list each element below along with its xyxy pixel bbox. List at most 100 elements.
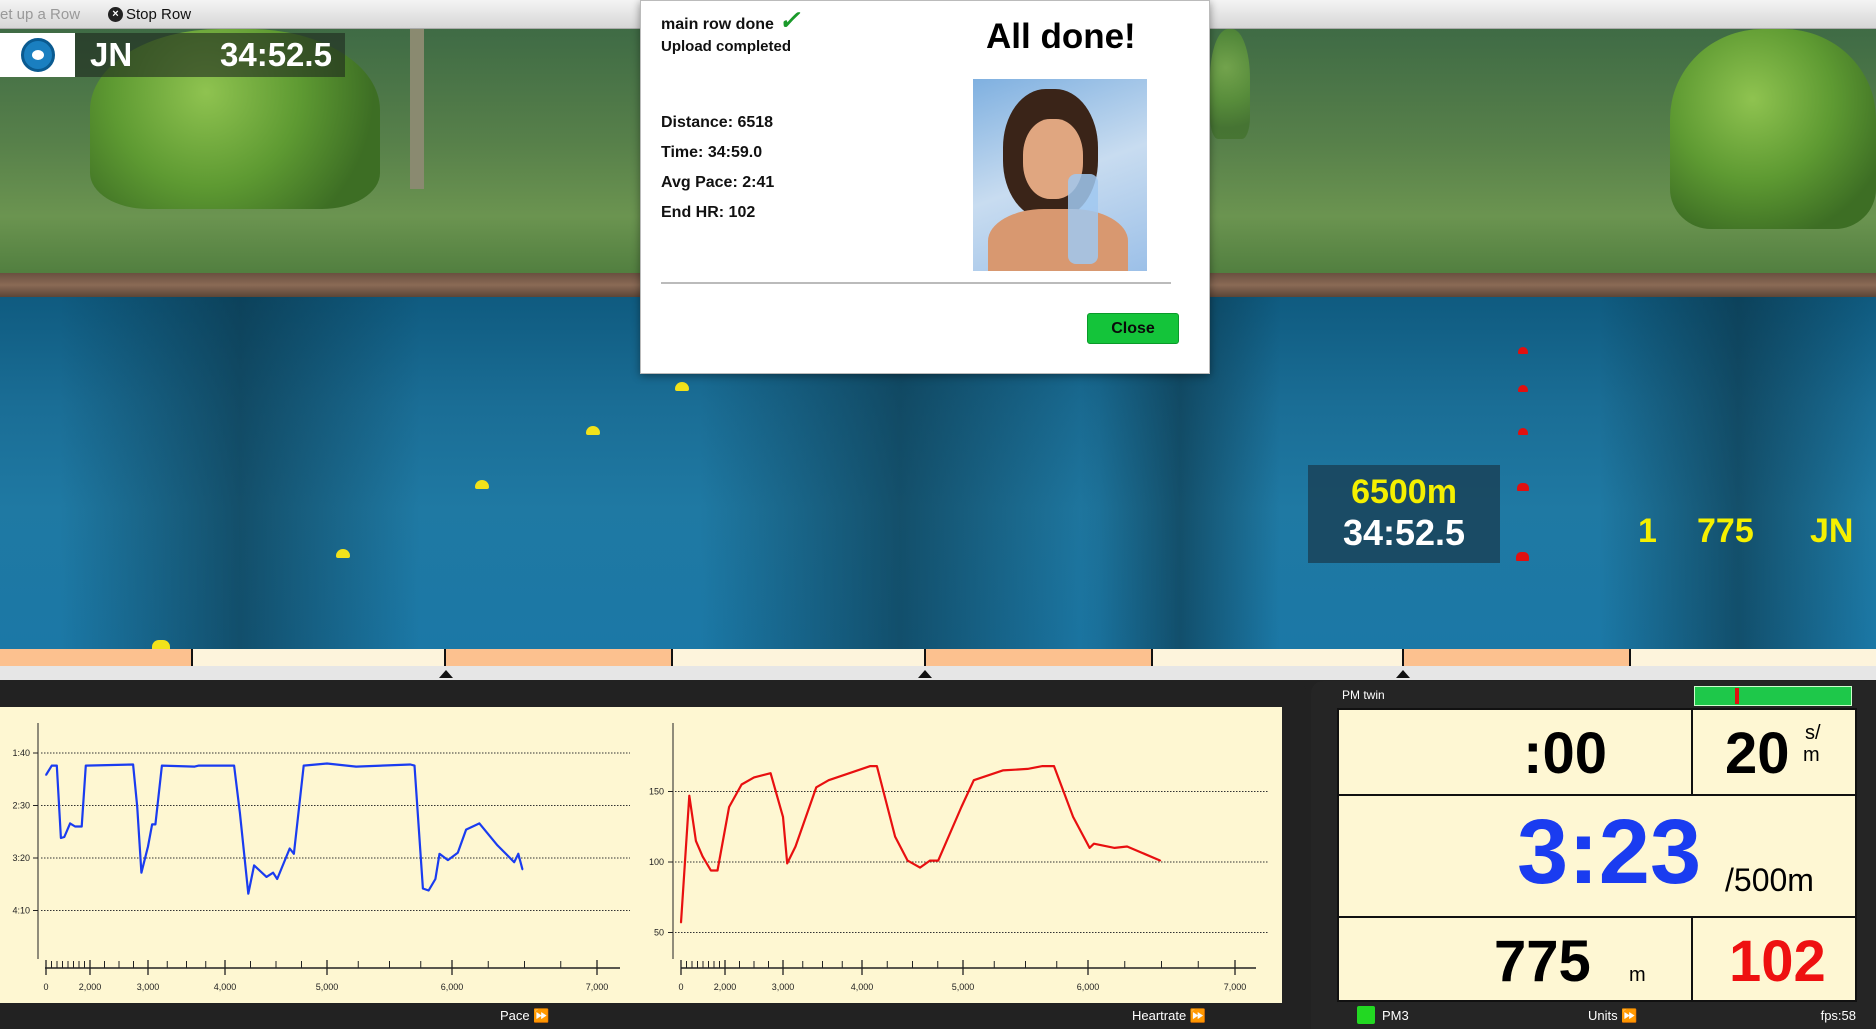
heartrate-chart-toggle[interactable]: Heartrate ⏩ xyxy=(1132,1008,1206,1024)
pm-display: :00 20 s/ m 3:23 /500m 775 m 102 xyxy=(1337,708,1857,1002)
position-marker-icon xyxy=(439,670,453,678)
pace-data-point xyxy=(151,823,153,826)
hr-y-tick-label: 50 xyxy=(654,928,664,938)
divider xyxy=(661,282,1171,284)
time-cell: :00 xyxy=(1337,708,1693,796)
fast-forward-icon: ⏩ xyxy=(533,1008,550,1023)
pace-x-tick-label: 2,000 xyxy=(79,982,102,992)
hr-data-point xyxy=(1093,842,1095,845)
marker-track xyxy=(0,666,1876,680)
pace-data-point xyxy=(253,864,255,867)
pace-data-point xyxy=(413,764,416,767)
drag-indicator-marker xyxy=(1735,688,1740,704)
course-segment xyxy=(0,649,193,666)
connection-status-icon xyxy=(1357,1006,1375,1024)
meters-cell: 775 m xyxy=(1337,916,1693,1002)
hr-data-point xyxy=(701,855,704,858)
pace-data-point xyxy=(438,853,441,855)
pace-x-tick-label: 5,000 xyxy=(316,982,339,992)
hr-data-point xyxy=(728,806,730,808)
drag-indicator-bar xyxy=(1694,686,1852,706)
stop-row-label: Stop Row xyxy=(126,6,192,23)
boat-name: JN xyxy=(1810,512,1854,550)
hr-data-point xyxy=(1053,765,1055,767)
hr-data-point xyxy=(695,840,697,842)
pm-heart-rate: 102 xyxy=(1729,929,1826,994)
heart-rate-cell: 102 xyxy=(1691,916,1857,1002)
pm-title: PM twin xyxy=(1342,688,1385,702)
hr-data-point xyxy=(937,859,939,862)
pace-data-point xyxy=(478,822,481,825)
pace-data-point xyxy=(63,836,66,838)
hr-data-point xyxy=(1088,847,1091,849)
pace-data-point xyxy=(434,878,437,880)
pace-data-point xyxy=(198,764,200,767)
pm-footer: PM3 Units ⏩ fps:58 xyxy=(1311,1004,1876,1029)
hr-y-tick-label: 100 xyxy=(649,857,664,867)
pace-data-point xyxy=(136,805,139,808)
position-marker-icon xyxy=(1396,670,1410,678)
course-segment xyxy=(1402,649,1631,666)
hr-data-point xyxy=(815,786,818,789)
dialog-title: All done! xyxy=(986,17,1136,56)
summary-dialog: main row done ✓ Upload completed All don… xyxy=(640,0,1210,374)
hr-y-tick-label: 150 xyxy=(649,787,664,797)
buoy xyxy=(1518,428,1528,435)
pace-chart-toggle[interactable]: Pace ⏩ xyxy=(500,1008,549,1024)
pace-data-point xyxy=(74,825,76,828)
place: 1 xyxy=(1638,512,1657,550)
pace-data-point xyxy=(147,845,149,848)
hr-series-line xyxy=(679,764,1161,923)
monitor-label: PM3 xyxy=(1382,1008,1409,1023)
hr-data-point xyxy=(869,765,872,767)
hr-data-point xyxy=(844,773,847,776)
pace-x-tick-label: 0 xyxy=(43,982,48,992)
pace-series-line xyxy=(45,762,524,895)
pace-data-point xyxy=(132,763,134,766)
position-marker-icon xyxy=(918,670,932,678)
pace-data-point xyxy=(247,892,250,895)
pace-data-point xyxy=(293,853,295,855)
hr-x-tick-label: 7,000 xyxy=(1224,982,1247,992)
pace-data-point xyxy=(422,887,424,890)
pace-data-point xyxy=(427,889,430,892)
pace-data-point xyxy=(521,868,524,871)
pace-data-point xyxy=(193,765,196,768)
pace-data-point xyxy=(513,861,516,863)
pace-data-point xyxy=(457,851,459,854)
close-button[interactable]: Close xyxy=(1087,313,1179,344)
stop-row-button[interactable]: × Stop Row xyxy=(108,6,191,23)
checkmark-icon: ✓ xyxy=(778,5,801,35)
app-logo xyxy=(0,33,75,77)
pace-data-point xyxy=(233,764,235,767)
buoy xyxy=(586,426,600,435)
hr-data-point xyxy=(688,794,691,797)
hr-data-point xyxy=(1126,845,1128,848)
hr-data-point xyxy=(906,859,909,862)
buoy xyxy=(675,382,689,391)
reflection xyxy=(60,297,420,649)
pace-x-tick-label: 7,000 xyxy=(586,982,609,992)
stroke-rate-unit-top: s/ xyxy=(1805,722,1821,744)
pace-x-tick-label: 3,000 xyxy=(137,982,160,992)
photo-bottle xyxy=(1068,174,1098,264)
row-status-text: main row done xyxy=(661,16,774,33)
pace-label: Pace xyxy=(500,1008,530,1023)
tree xyxy=(1670,29,1876,229)
hr-x-tick-label: 3,000 xyxy=(772,982,795,992)
pace-y-tick-label: 3:20 xyxy=(12,853,30,863)
units-button[interactable]: Units ⏩ xyxy=(1588,1008,1637,1024)
course-progress-strip xyxy=(0,649,1876,666)
pace-data-point xyxy=(276,878,279,880)
buoy xyxy=(1516,552,1529,561)
pace-data-point xyxy=(55,764,58,767)
fast-forward-icon: ⏩ xyxy=(1189,1008,1207,1023)
rower-logo-icon xyxy=(20,38,55,72)
pace-data-point xyxy=(288,847,291,850)
pace-data-point xyxy=(60,837,62,839)
hr-data-point xyxy=(929,859,931,862)
setup-row-button[interactable]: et up a Row xyxy=(0,6,80,23)
hr-data-point xyxy=(716,869,719,872)
meters-unit: m xyxy=(1629,964,1646,986)
buoy xyxy=(152,640,170,649)
